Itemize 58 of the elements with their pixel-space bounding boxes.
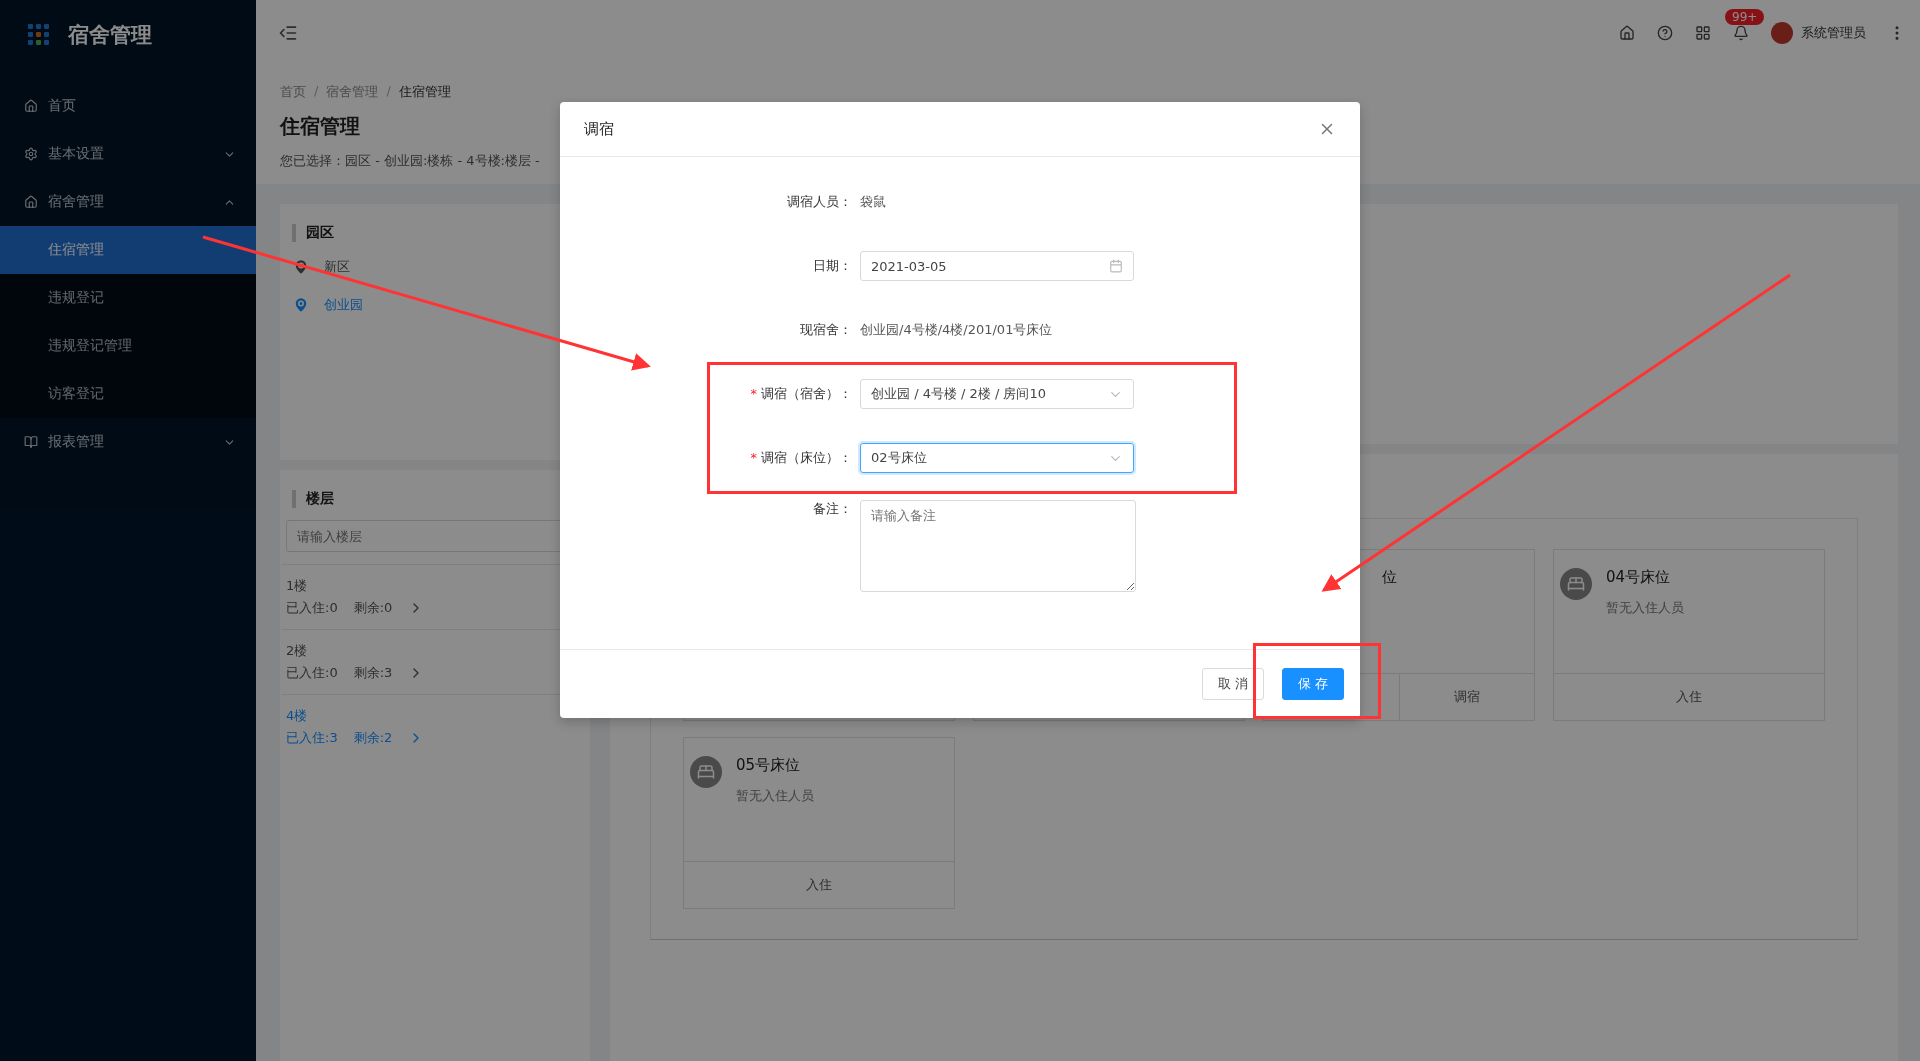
submenu-item[interactable]: 违规登记 [0,274,256,322]
menu-item[interactable]: 宿舍管理 [0,178,256,226]
select-field[interactable]: 创业园 / 4号楼 / 2楼 / 房间10 [860,379,1134,409]
bell-icon[interactable] [1733,24,1749,41]
bed-title: 位 [1382,568,1397,587]
submenu-item[interactable]: 住宿管理 [0,226,256,274]
field-value: 创业园/4号楼/4楼/201/01号床位 [860,321,1053,339]
help-icon[interactable] [1657,24,1673,41]
bed-icon [1560,568,1592,600]
menu-item[interactable]: 基本设置 [0,130,256,178]
selection-text: 您已选择：园区 - 创业园:楼栋 - 4号楼:楼层 - [280,152,540,170]
book-icon [24,435,38,449]
avatar [1771,21,1793,44]
menu-item[interactable]: 首页 [0,82,256,130]
park-item[interactable]: 新区 [282,254,588,280]
breadcrumb-separator: / [314,83,319,100]
park-item[interactable]: 创业园 [282,292,588,318]
cancel-button[interactable]: 取 消 [1201,668,1264,700]
field-label: 日期： [812,257,853,275]
bed-action[interactable]: 入住 [684,862,954,908]
grid-icon[interactable] [1695,24,1711,41]
home-icon[interactable] [1619,24,1635,41]
breadcrumb-link[interactable]: 首页 [280,83,306,101]
app-title: 宿舍管理 [68,22,152,49]
map-pin-icon [292,258,310,276]
field-value: 袋鼠 [860,193,886,211]
bed-action[interactable]: 调宿 [1398,674,1534,720]
bed-status: 暂无入住人员 [1606,599,1684,617]
submenu-item[interactable]: 访客登记 [0,370,256,418]
remark-field[interactable]: 请输入备注 [860,500,1136,592]
bed-status: 暂无入住人员 [736,787,814,805]
date-field[interactable]: 2021-03-05 [860,251,1134,281]
map-pin-icon [292,296,310,314]
field-label: * 调宿（宿舍）： [749,385,853,403]
calendar-icon [1109,259,1123,273]
submenu-item[interactable]: 违规登记管理 [0,322,256,370]
field-label: * 调宿（床位）： [749,449,853,467]
notification-badge: 99+ [1725,8,1765,25]
breadcrumb-separator: / [386,83,391,100]
home-icon [24,195,38,209]
home-icon [24,99,38,113]
logo-icon [28,24,50,46]
save-button[interactable]: 保 存 [1281,668,1344,700]
breadcrumb-link[interactable]: 住宿管理 [398,83,451,101]
page-title: 住宿管理 [280,113,360,140]
user-name[interactable]: 系统管理员 [1801,23,1866,42]
gear-icon [24,147,38,161]
bed-title: 05号床位 [736,756,802,775]
select-field[interactable]: 02号床位 [860,443,1134,473]
field-label: 调宿人员： [786,193,853,211]
menu-item[interactable]: 报表管理 [0,418,256,466]
dialog-title: 调宿 [584,119,614,139]
bed-title: 04号床位 [1606,568,1672,587]
field-label: 现宿舍： [799,321,853,339]
breadcrumb-link[interactable]: 宿舍管理 [326,83,379,101]
bed-icon [690,756,722,788]
field-label: 备注： [812,500,853,518]
bed-action[interactable]: 入住 [1554,674,1824,720]
